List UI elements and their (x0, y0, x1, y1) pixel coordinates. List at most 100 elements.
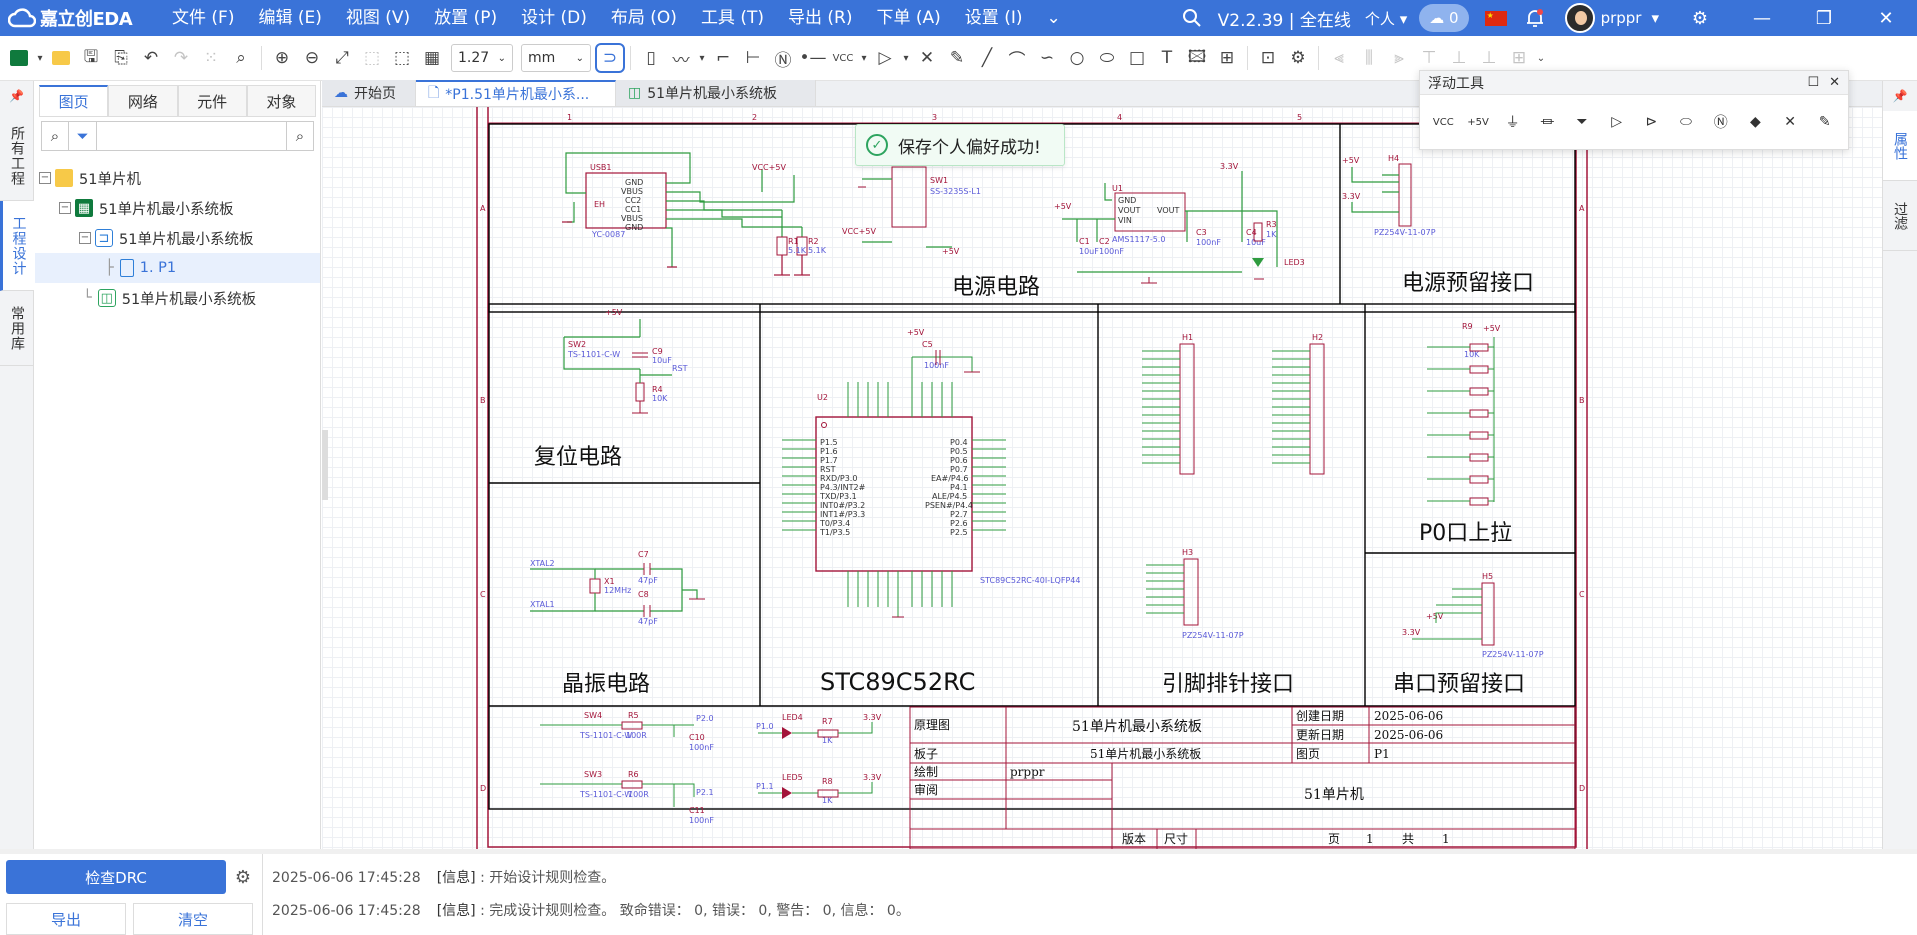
net-label-icon[interactable]: Ⓝ (768, 43, 798, 73)
align-center-icon[interactable]: ⫼ (1354, 43, 1384, 73)
floating-tool-header[interactable]: 浮动工具 ☐ ✕ (1420, 71, 1848, 95)
gear-icon[interactable]: ⚙ (1669, 0, 1731, 36)
export-log-button[interactable]: 导出 (6, 903, 126, 935)
fit-all-icon[interactable]: ⤢ (327, 43, 357, 73)
tree-search-input[interactable] (97, 121, 286, 151)
wire-icon[interactable]: 〰 (666, 43, 696, 73)
table-icon[interactable]: ⊞ (1212, 43, 1242, 73)
save-icon[interactable]: 🖫 (76, 43, 106, 73)
bus-entry-icon[interactable]: ⌐ (708, 43, 738, 73)
grid-icon[interactable]: ▦ (417, 43, 447, 73)
arc-icon[interactable]: ⌒ (1002, 43, 1032, 73)
cloud-sync-pill[interactable]: ☁ 0 (1419, 4, 1469, 32)
zoom-selection-icon[interactable]: ⬚ (357, 43, 387, 73)
save-all-icon[interactable]: ⎘ (106, 43, 136, 73)
bell-icon[interactable] (1517, 0, 1553, 36)
menu-tools[interactable]: 工具 (T) (689, 0, 776, 36)
open-folder-icon[interactable] (46, 43, 76, 73)
minimize-icon[interactable]: — (1731, 0, 1793, 36)
tree-item[interactable]: − 51单片机 (35, 163, 320, 193)
chevron-down-icon[interactable]: ⌄ (1034, 0, 1072, 36)
line-icon[interactable]: ╱ (972, 43, 1002, 73)
app-logo[interactable]: 嘉立创EDA (0, 5, 160, 31)
align-top-icon[interactable]: ⊤ (1414, 43, 1444, 73)
ellipse-icon[interactable]: ⬭ (1092, 43, 1122, 73)
chevron-down-icon[interactable]: ▾ (696, 43, 708, 73)
unit-select[interactable]: mm ⌄ (521, 44, 591, 72)
close-icon[interactable]: ✕ (1855, 0, 1917, 36)
find-replace-icon[interactable]: ⌕ (226, 43, 256, 73)
tree-item[interactable]: − ▦ 51单片机最小系统板 (35, 193, 320, 223)
tree-item[interactable]: ├ 1. P1 (35, 253, 320, 283)
plus-5v-icon[interactable]: +5V (1461, 106, 1496, 138)
pin-icon[interactable]: 📌 (1883, 81, 1917, 111)
net-label-icon[interactable]: Ⓝ (1703, 106, 1738, 138)
chevron-down-icon[interactable]: ⌄ (1534, 43, 1548, 73)
restore-icon[interactable]: ❐ (1793, 0, 1855, 36)
username[interactable]: prppr (1601, 9, 1652, 27)
library-icon[interactable]: ⊡ (1253, 43, 1283, 73)
align-right-icon[interactable]: ⫸ (1384, 43, 1414, 73)
filter-icon[interactable]: ⏷ (69, 121, 97, 151)
circle-icon[interactable]: ○ (1062, 43, 1092, 73)
clear-log-button[interactable]: 清空 (133, 903, 253, 935)
pin-icon[interactable]: 📌 (0, 81, 33, 111)
probe-icon[interactable]: ✎ (942, 43, 972, 73)
align-middle-icon[interactable]: ⊥ (1444, 43, 1474, 73)
image-icon[interactable]: 🖾 (1182, 43, 1212, 73)
net-flag-icon[interactable]: ◆ (1738, 106, 1773, 138)
floating-tool-panel[interactable]: 浮动工具 ☐ ✕ VCC +5V ⏚ ⏛ ⏷ ▷ ⊳ ⬭ Ⓝ ◆ ✕ ✎ (1419, 70, 1849, 150)
chevron-down-icon[interactable]: ▾ (858, 43, 870, 73)
redo-icon[interactable]: ↷ (166, 43, 196, 73)
undo-icon[interactable]: ↶ (136, 43, 166, 73)
settings-cog-icon[interactable]: ⚙ (1283, 43, 1313, 73)
menu-view[interactable]: 视图 (V) (334, 0, 422, 36)
gear-icon[interactable]: ⚙ (230, 864, 256, 890)
zoom-out-icon[interactable]: ⊖ (297, 43, 327, 73)
menu-order[interactable]: 下单 (A) (864, 0, 952, 36)
rail-tab-properties[interactable]: 属性 (1883, 111, 1917, 181)
panel-splitter[interactable] (0, 849, 1917, 854)
tree-item[interactable]: └ ◫ 51单片机最小系统板 (35, 283, 320, 313)
zoom-select[interactable]: 1.27 ⌄ (451, 44, 513, 72)
project-board-icon[interactable] (4, 43, 34, 73)
search-icon[interactable]: ⌕ (41, 121, 69, 151)
align-bottom-icon[interactable]: ⊥ (1474, 43, 1504, 73)
schematic-canvas[interactable]: ABCD ABCD 123456 电源电路 电源预留接口 复位电路 STC89C… (322, 107, 1882, 849)
bus-icon[interactable]: ⊢ (738, 43, 768, 73)
tab-nets[interactable]: 网络 (108, 85, 178, 116)
collapse-icon[interactable]: − (59, 202, 71, 214)
left-panel-collapse-handle[interactable] (322, 430, 328, 500)
menu-place[interactable]: 放置 (P) (422, 0, 509, 36)
search-icon[interactable] (1174, 0, 1210, 36)
tab-pcb[interactable]: ◫ 51单片机最小系统板 (616, 80, 816, 106)
zoom-area-icon[interactable]: ⬚ (387, 43, 417, 73)
rail-tab-common-library[interactable]: 常用库 (0, 291, 34, 366)
grid-snap-icon[interactable]: ⁙ (196, 43, 226, 73)
close-icon[interactable]: ✕ (1829, 75, 1840, 90)
net-port-out-icon[interactable]: ⊳ (1634, 106, 1669, 138)
check-drc-button[interactable]: 检查DRC (6, 860, 226, 894)
collapse-icon[interactable]: − (39, 172, 51, 184)
menu-file[interactable]: 文件 (F) (160, 0, 246, 36)
tab-schematic-p1[interactable]: 🗋 *P1.51单片机最小系... (416, 80, 616, 106)
menu-settings[interactable]: 设置 (I) (953, 0, 1035, 36)
search-submit-icon[interactable]: ⌕ (286, 121, 314, 151)
no-connect-icon[interactable]: ✕ (912, 43, 942, 73)
net-port-icon[interactable]: ▷ (870, 43, 900, 73)
china-flag-icon[interactable] (1484, 10, 1507, 26)
signal-ground-icon[interactable]: ⏷ (1565, 106, 1600, 138)
earth-ground-icon[interactable]: ⏛ (1530, 106, 1565, 138)
rectangle-icon[interactable]: □ (1122, 43, 1152, 73)
ground-icon[interactable]: ⏚ (1495, 106, 1530, 138)
menu-edit[interactable]: 编辑 (E) (246, 0, 333, 36)
rail-tab-all-projects[interactable]: 所有工程 (0, 111, 34, 201)
workspace-selector[interactable]: 个人 ▾ (1359, 8, 1413, 29)
vcc-icon[interactable]: VCC (828, 43, 858, 73)
menu-layout[interactable]: 布局 (O) (599, 0, 689, 36)
align-left-icon[interactable]: ⫷ (1324, 43, 1354, 73)
no-connect-icon[interactable]: ✕ (1773, 106, 1808, 138)
bezier-icon[interactable]: ∽ (1032, 43, 1062, 73)
rail-tab-project-design[interactable]: 工程设计 (0, 201, 34, 291)
text-icon[interactable]: T (1152, 43, 1182, 73)
